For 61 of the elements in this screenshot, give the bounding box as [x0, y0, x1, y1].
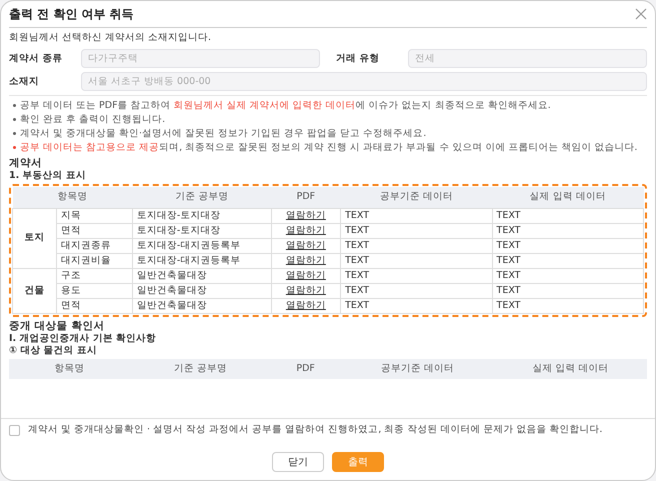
- notice-text: 공부 데이터는 참고용으로 제공되며, 최종적으로 잘못된 정보의 계약 진행 시 과태료가 부과될 수 있으며 이에 프롭티어는 책임이 없습니다.: [20, 141, 638, 154]
- table-cell: TEXT: [340, 238, 492, 253]
- section-title: 중개 대상물 확인서: [9, 320, 106, 332]
- section-subtitle: 1. 부동산의 표시: [9, 170, 87, 182]
- table-cell: TEXT: [492, 283, 644, 298]
- field-label: 거래 유형: [336, 52, 380, 66]
- table-cell: 면적: [56, 223, 132, 238]
- input-field[interactable]: 서울 서초구 방배동 000-00: [81, 72, 647, 92]
- table-cell: 지목: [56, 208, 132, 223]
- table-cell: 토지대장-대지권등록부: [132, 238, 272, 253]
- table-cell: TEXT: [340, 268, 492, 283]
- table-cell: TEXT: [492, 298, 644, 313]
- table-cell: 일반건축물대장: [132, 268, 272, 283]
- checkbox[interactable]: [9, 425, 20, 436]
- table-cell: 면적: [56, 298, 132, 313]
- table-cell: TEXT: [492, 208, 644, 223]
- column-header: PDF: [271, 187, 341, 208]
- column-header: 기준 공부명: [132, 187, 272, 208]
- table-cell: TEXT: [340, 253, 492, 268]
- table-cell: 토지: [12, 208, 57, 268]
- section-title: 계약서: [9, 157, 43, 170]
- table-cell: 구조: [56, 268, 132, 283]
- section-subtitle: ① 대상 물건의 표시: [9, 344, 98, 356]
- table-cell: 일반건축물대장: [132, 283, 272, 298]
- table-cell: 용도: [56, 283, 132, 298]
- notice-text: 공부 데이터 또는 PDF를 참고하여 회원님께서 실제 계약서에 입력한 데이터 에 이슈가 없는지 최종적으로 확인해주세요.: [20, 99, 551, 112]
- table-cell: 건물: [12, 268, 57, 313]
- column-header: 항목명: [9, 358, 130, 379]
- input-field[interactable]: 전세: [408, 49, 647, 68]
- table-cell: TEXT: [340, 298, 492, 313]
- table-cell: TEXT: [492, 253, 644, 268]
- table-cell: 대지권종류: [56, 238, 132, 253]
- dialog-title: 출력 전 확인 여부 취득: [9, 6, 134, 23]
- field-label: 계약서 종류: [9, 52, 64, 66]
- column-header: 공부기준 데이터: [340, 187, 492, 208]
- table-cell: TEXT: [492, 238, 644, 253]
- table-cell: TEXT: [340, 208, 492, 223]
- notice-text: 확인 완료 후 출력이 진행됩니다.: [20, 113, 166, 126]
- input-field[interactable]: 다가구주택: [81, 49, 320, 68]
- close-button[interactable]: 닫기: [272, 452, 324, 472]
- close-icon[interactable]: [635, 8, 647, 20]
- column-header: 항목명: [12, 187, 132, 208]
- table-cell: 일반건축물대장: [132, 298, 272, 313]
- table-cell: TEXT: [340, 283, 492, 298]
- table-cell: 토지대장-토지대장: [132, 223, 272, 238]
- checkbox-label: 계약서 및 중개대상물확인 · 설명서 작성 과정에서 공부를 열람하여 진행하였고, 최종 작성된 데이터에 문제가 없음을 확인합니다.: [28, 424, 602, 436]
- table-cell: TEXT: [492, 223, 644, 238]
- table-cell: TEXT: [340, 223, 492, 238]
- column-header: 실제 입력 데이터: [492, 187, 644, 208]
- notice-text: 계약서 및 중개대상물 확인·설명서에 잘못된 정보가 기입된 경우 팝업을 닫고 수정해주세요.: [20, 127, 426, 140]
- table-cell: 대지권비율: [56, 253, 132, 268]
- column-header: 공부기준 데이터: [340, 358, 494, 379]
- section-subtitle: I. 개업공인중개사 기본 확인사항: [9, 332, 158, 344]
- intro-text: 회원님께서 선택하신 계약서의 소재지입니다.: [9, 31, 212, 45]
- field-label: 소재지: [9, 74, 40, 89]
- table-cell: TEXT: [492, 268, 644, 283]
- column-header: 실제 입력 데이터: [494, 358, 647, 379]
- column-header: PDF: [270, 358, 341, 379]
- table-cell: 토지대장-대지권등록부: [132, 253, 272, 268]
- column-header: 기준 공부명: [130, 358, 271, 379]
- table-cell: 토지대장-토지대장: [132, 208, 272, 223]
